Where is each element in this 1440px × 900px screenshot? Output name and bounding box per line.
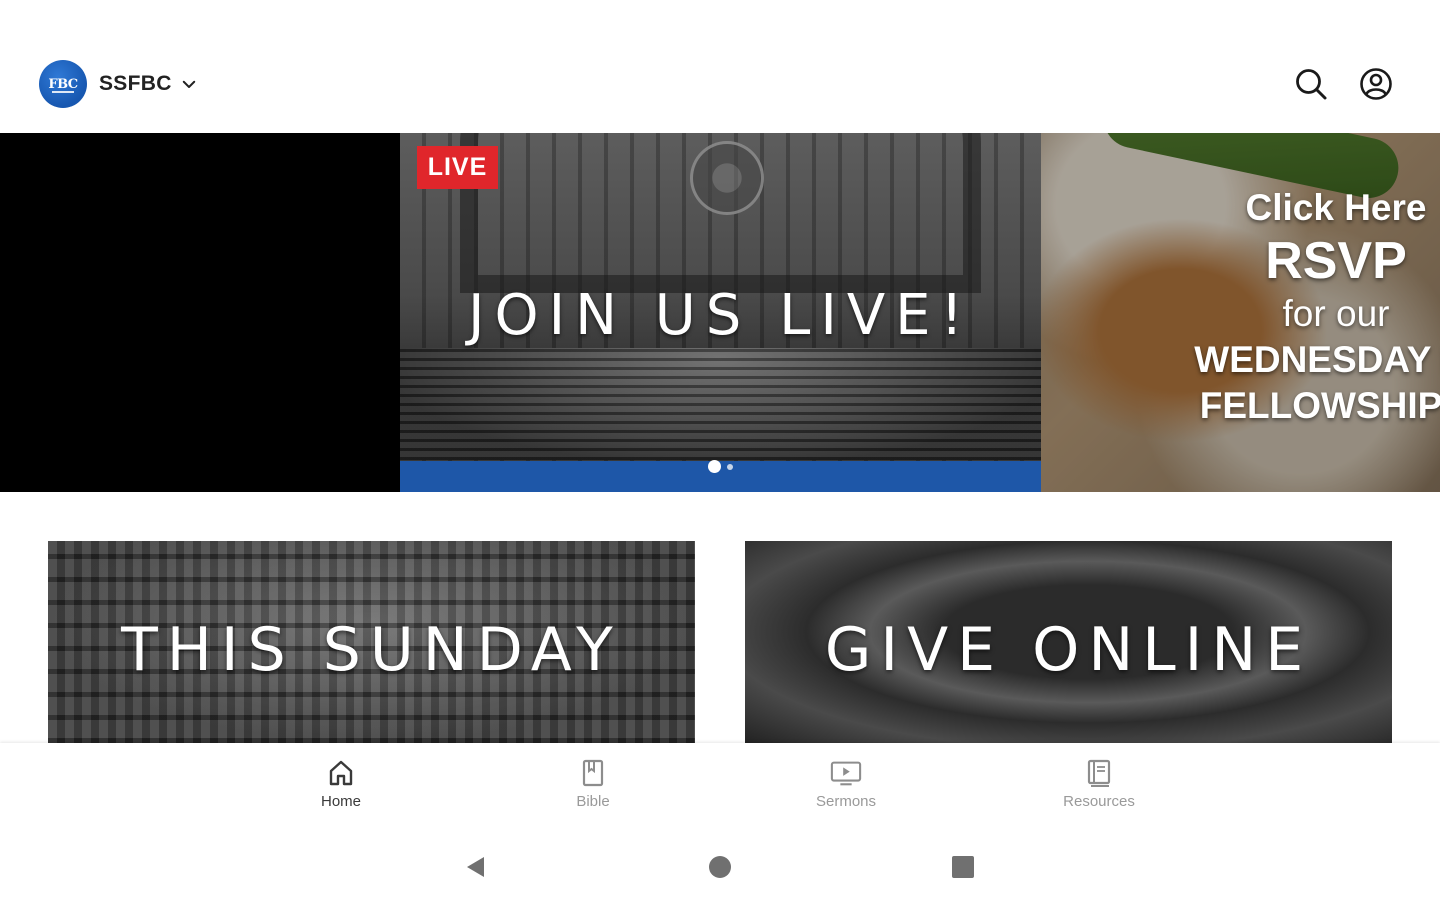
app-header: FBC SSFBC xyxy=(0,0,1440,133)
promo-line-2: RSVP xyxy=(1265,232,1407,290)
tile-title: THIS SUNDAY xyxy=(121,615,622,685)
org-logo: FBC xyxy=(39,60,87,108)
bible-icon xyxy=(577,757,609,789)
promo-line-3: for our xyxy=(1282,293,1390,334)
home-circle-icon xyxy=(709,856,731,878)
system-navigation-bar xyxy=(0,833,1440,900)
nav-label: Bible xyxy=(576,793,610,810)
promo-line-1: Click Here xyxy=(1245,187,1427,228)
sermons-tv-icon xyxy=(830,757,862,789)
bottom-navigation: Home Bible Sermons Resources xyxy=(0,743,1440,833)
tile-title: GIVE ONLINE xyxy=(824,615,1313,685)
nav-item-home[interactable]: Home xyxy=(271,757,411,821)
tile-give-online[interactable]: GIVE ONLINE xyxy=(745,541,1392,743)
system-home-button[interactable] xyxy=(704,851,736,883)
system-back-button[interactable] xyxy=(460,851,492,883)
account-circle-icon xyxy=(1360,68,1392,100)
org-logo-underline xyxy=(52,91,74,93)
search-icon xyxy=(1296,69,1327,100)
live-badge: LIVE xyxy=(417,146,498,189)
org-switcher[interactable]: FBC SSFBC xyxy=(39,60,198,108)
rsvp-promo-text: Click Here RSVP for our WEDNESDAY N FELL… xyxy=(1171,185,1440,429)
slide-title: JOIN US LIVE! xyxy=(468,283,973,348)
back-triangle-icon xyxy=(467,857,484,877)
rose-window-graphic xyxy=(690,141,764,215)
carousel-dot-active[interactable] xyxy=(708,460,721,473)
promo-line-5: FELLOWSHIP I xyxy=(1199,385,1440,426)
recents-square-icon xyxy=(952,856,974,878)
tile-this-sunday[interactable]: THIS SUNDAY xyxy=(48,541,695,743)
org-logo-text: FBC xyxy=(48,76,78,92)
promo-line-4: WEDNESDAY N xyxy=(1194,339,1440,380)
carousel-dot[interactable] xyxy=(727,463,733,470)
nav-item-resources[interactable]: Resources xyxy=(1029,757,1169,821)
carousel-slide-rsvp[interactable]: Click Here RSVP for our WEDNESDAY N FELL… xyxy=(1041,133,1440,492)
nav-label: Sermons xyxy=(815,793,877,810)
resources-book-icon xyxy=(1083,757,1115,789)
nav-item-bible[interactable]: Bible xyxy=(523,757,663,821)
carousel-slide-join-live[interactable]: LIVE JOIN US LIVE! xyxy=(400,133,1041,492)
search-button[interactable] xyxy=(1293,66,1329,102)
nav-item-sermons[interactable]: Sermons xyxy=(776,757,916,821)
account-button[interactable] xyxy=(1358,66,1394,102)
congregation-graphic xyxy=(400,348,1041,460)
system-recents-button[interactable] xyxy=(947,851,979,883)
home-icon xyxy=(325,757,357,789)
org-name: SSFBC xyxy=(99,72,172,95)
hero-carousel[interactable]: LIVE JOIN US LIVE! Click Here RSVP for o… xyxy=(0,133,1440,492)
carousel-previous-slide xyxy=(0,133,400,492)
nav-label: Home xyxy=(320,793,361,810)
chevron-down-icon xyxy=(182,80,195,88)
carousel-dots xyxy=(400,460,1041,473)
nav-label: Resources xyxy=(1063,793,1135,810)
